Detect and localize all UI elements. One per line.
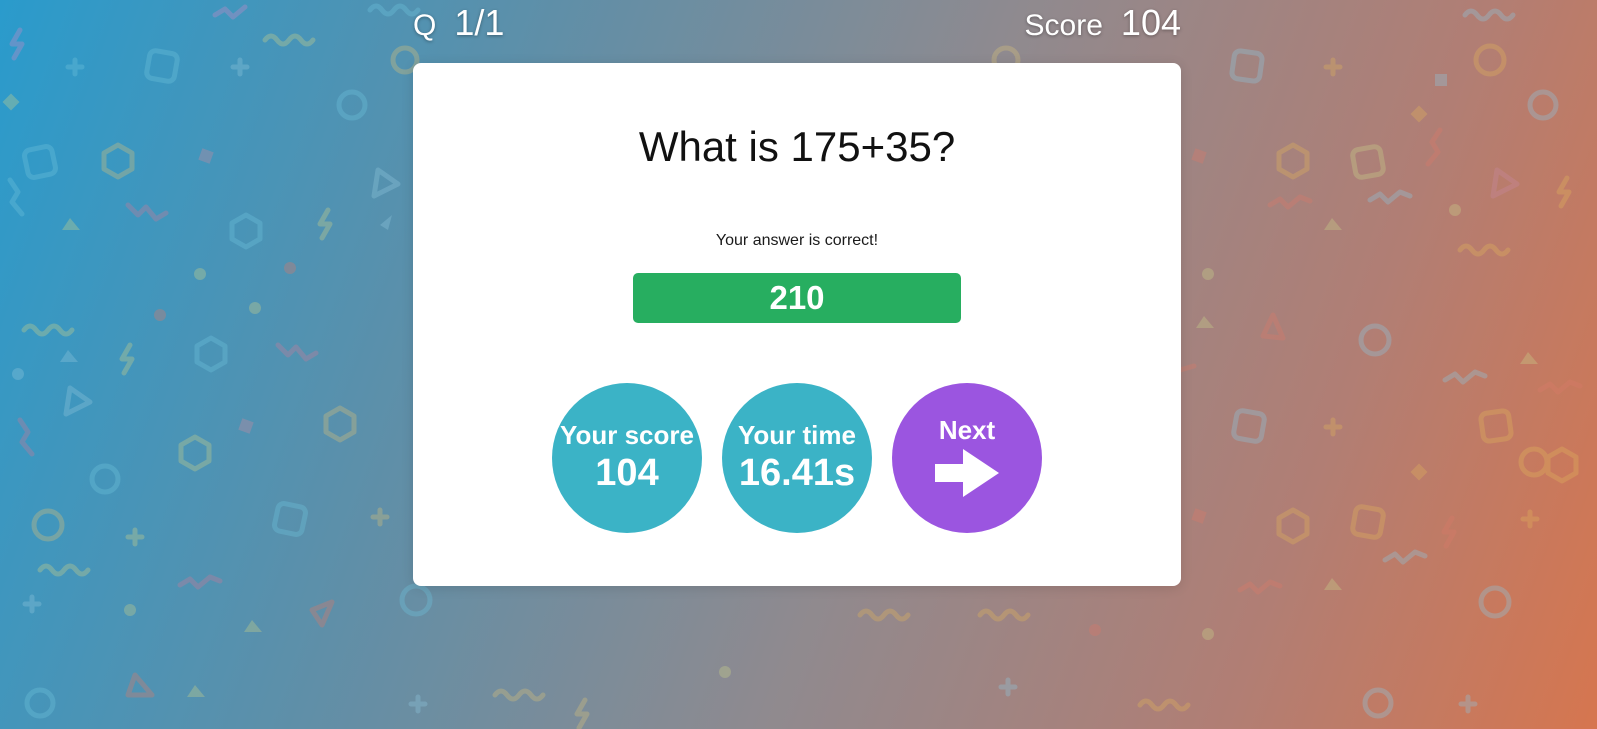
- correct-answer-bar: 210: [633, 273, 961, 323]
- arrow-right-icon: [935, 448, 999, 502]
- question-counter-value: 1/1: [454, 2, 505, 43]
- score-display-label: Score: [1024, 9, 1103, 42]
- your-score-label: Your score: [560, 420, 694, 450]
- score-display: Score 104: [1025, 2, 1181, 44]
- next-button[interactable]: Next: [892, 383, 1042, 533]
- question-counter: Q 1/1: [413, 2, 504, 44]
- feedback-message: Your answer is correct!: [715, 232, 879, 249]
- question-text: What is 175+35?: [638, 123, 956, 170]
- next-button-label: Next: [938, 414, 996, 445]
- your-score-value: 104: [595, 452, 659, 494]
- result-card: What is 175+35? Your answer is correct! …: [413, 63, 1181, 586]
- your-score-circle: Your score 104: [552, 383, 702, 533]
- your-time-value: 16.41s: [738, 452, 856, 494]
- your-time-circle: Your time 16.41s: [722, 383, 872, 533]
- question-counter-label: Q: [413, 9, 437, 42]
- your-time-label: Your time: [738, 420, 856, 450]
- score-display-value: 104: [1120, 2, 1181, 43]
